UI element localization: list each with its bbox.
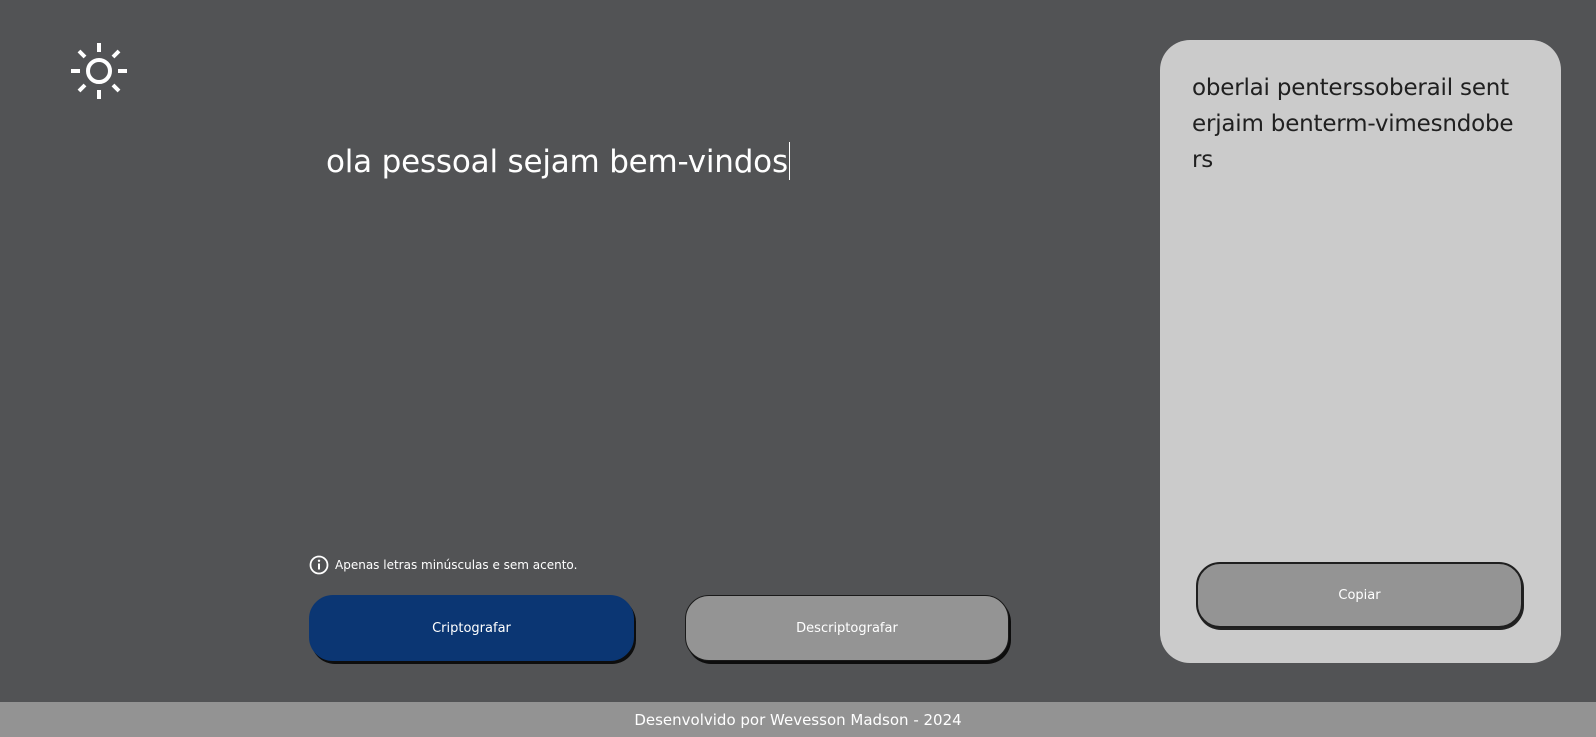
text-caret xyxy=(788,142,790,180)
decrypt-button[interactable]: Descriptografar xyxy=(685,595,1009,661)
message-input[interactable]: ola pessoal sejam bem-vindos xyxy=(326,140,1026,500)
copy-button[interactable]: Copiar xyxy=(1196,562,1523,628)
encrypt-button[interactable]: Criptografar xyxy=(309,595,634,661)
output-panel: oberlai penterssoberail senterjaim bente… xyxy=(1160,40,1561,663)
footer-credit: Desenvolvido por Wevesson Madson - 2024 xyxy=(634,710,962,729)
sun-icon xyxy=(71,43,127,99)
copy-button-label: Copiar xyxy=(1338,587,1381,603)
decrypt-button-label: Descriptografar xyxy=(796,620,898,636)
footer: Desenvolvido por Wevesson Madson - 2024 xyxy=(0,702,1596,737)
output-text: oberlai penterssoberail senterjaim bente… xyxy=(1192,75,1514,173)
encrypt-button-label: Criptografar xyxy=(432,620,511,636)
info-icon xyxy=(309,555,329,575)
message-input-text: ola pessoal sejam bem-vindos xyxy=(326,144,788,180)
input-hint: Apenas letras minúsculas e sem acento. xyxy=(309,555,577,575)
app-root: ola pessoal sejam bem-vindos Apenas letr… xyxy=(0,0,1596,737)
theme-toggle-button[interactable] xyxy=(68,40,130,102)
hint-text: Apenas letras minúsculas e sem acento. xyxy=(335,558,578,572)
